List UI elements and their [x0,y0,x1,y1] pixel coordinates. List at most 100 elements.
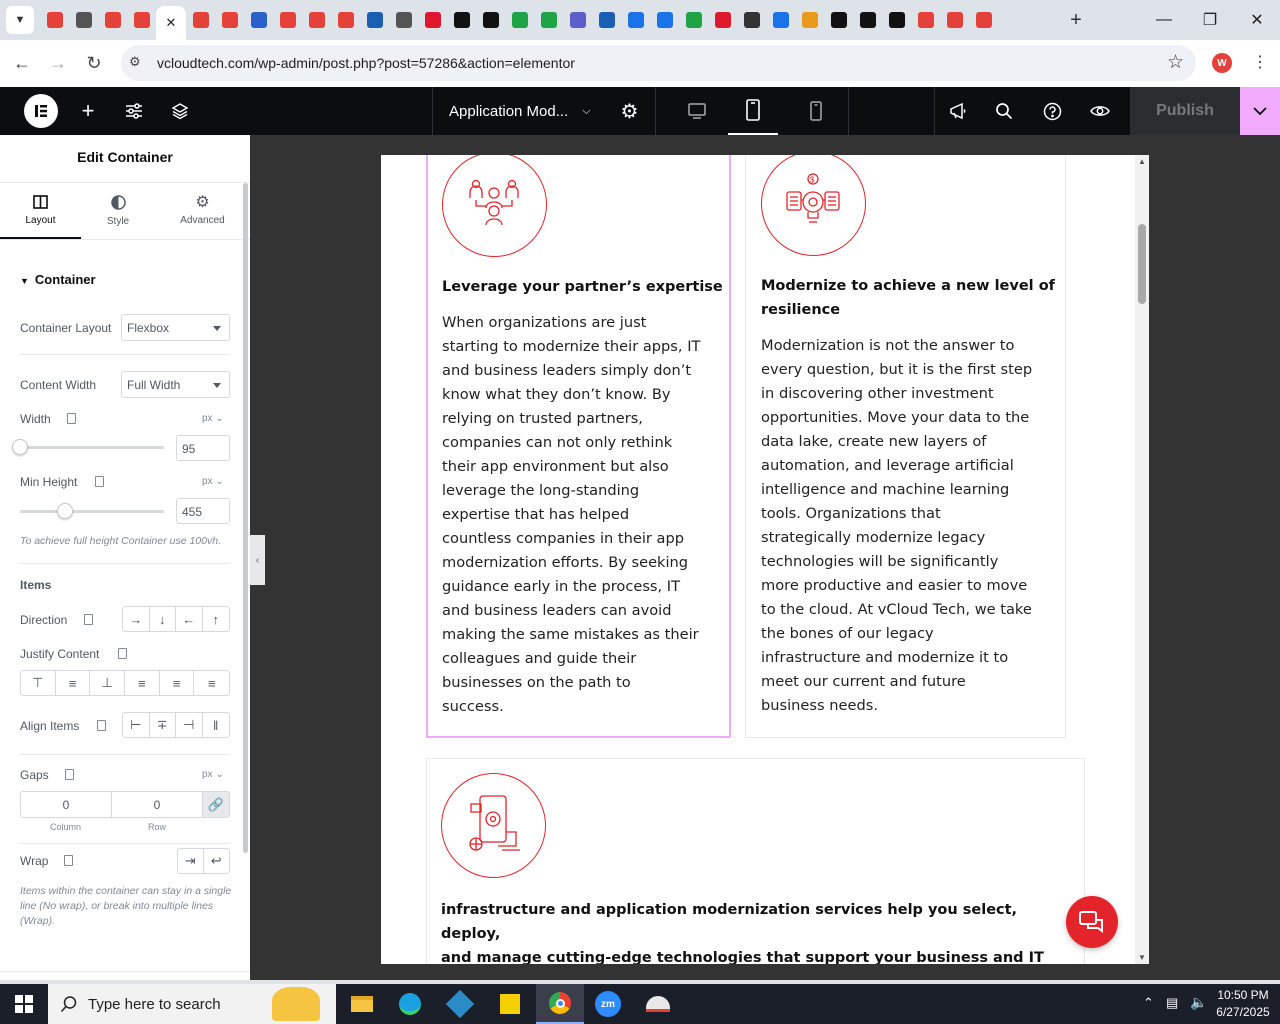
responsive-tablet-icon[interactable] [84,614,93,625]
justify-space-around-icon[interactable]: ≡ [160,671,195,695]
browser-tab[interactable] [447,5,476,35]
min-height-input[interactable]: 455 [176,498,230,524]
omnibox[interactable]: ⚙ vcloudtech.com/wp-admin/post.php?post=… [121,45,1196,81]
chat-widget-button[interactable] [1066,896,1118,948]
tab-advanced[interactable]: ⚙ Advanced [160,183,245,239]
browser-tab[interactable] [302,5,331,35]
close-window-button[interactable]: ✕ [1234,0,1280,40]
new-tab-button[interactable]: + [1062,6,1090,34]
card-modernize-resilience[interactable]: $ Modernize to achieve a new level of res… [745,155,1066,738]
system-tray-chevron-icon[interactable]: ⌃ [1143,995,1154,1011]
tab-layout[interactable]: Layout [0,183,81,239]
browser-tab[interactable] [795,5,824,35]
tablet-view-icon[interactable] [728,87,778,135]
direction-row-arrow-right-icon[interactable]: → [123,607,150,631]
justify-center-icon[interactable]: ≡ [56,671,91,695]
forward-button[interactable]: → [40,45,76,81]
browser-tab[interactable] [418,5,447,35]
width-slider-track[interactable] [20,446,164,449]
direction-row-reverse-arrow-left-icon[interactable]: ← [176,607,203,631]
sticky-notes-icon[interactable] [486,984,534,1024]
gap-column-input[interactable]: 0 [21,792,112,817]
elementor-logo-button[interactable] [18,87,64,135]
desktop-view-icon[interactable] [672,87,722,135]
min-height-slider-handle[interactable] [56,503,73,519]
browser-tab[interactable] [505,5,534,35]
browser-tab[interactable] [621,5,650,35]
scroll-down-arrow-icon[interactable]: ▼ [1138,953,1146,962]
file-explorer-icon[interactable] [338,984,386,1024]
link-values-icon[interactable]: 🔗 [203,792,229,817]
gaps-unit-select[interactable]: px ⌄ [202,769,224,780]
browser-tab[interactable] [69,5,98,35]
bookmark-star-icon[interactable]: ☆ [1167,51,1184,74]
browser-tab[interactable] [940,5,969,35]
browser-tab[interactable] [969,5,998,35]
responsive-tablet-icon[interactable] [118,648,127,659]
preview-eye-icon[interactable] [1078,87,1122,135]
browser-tab[interactable] [389,5,418,35]
justify-end-icon[interactable]: ⊥ [90,671,126,695]
page-title-dropdown[interactable]: Application Mod... ⌵ [432,87,604,135]
justify-space-evenly-icon[interactable]: ≡ [194,671,229,695]
scroll-thumb[interactable] [1138,224,1146,304]
browser-tab[interactable] [476,5,505,35]
justify-space-between-icon[interactable]: ≡ [125,671,160,695]
responsive-tablet-icon[interactable] [67,413,76,424]
help-icon[interactable] [1030,87,1074,135]
back-button[interactable]: ← [4,45,40,81]
panel-collapse-button[interactable]: ‹ [250,535,265,585]
direction-column-reverse-arrow-up-icon[interactable]: ↑ [203,607,229,631]
min-height-unit-select[interactable]: px ⌄ [202,476,224,487]
browser-tab[interactable] [360,5,389,35]
browser-tab[interactable] [708,5,737,35]
notifications-megaphone-icon[interactable] [934,87,980,135]
browser-menu-icon[interactable]: ⋮ [1252,52,1268,72]
browser-tab[interactable] [40,5,69,35]
no-wrap-icon[interactable]: ⇥ [178,849,204,873]
responsive-tablet-icon[interactable] [95,476,104,487]
browser-tab[interactable] [215,5,244,35]
browser-tab[interactable] [331,5,360,35]
card-partner-expertise[interactable]: Leverage your partner’s expertise When o… [426,155,731,738]
card-infrastructure-services[interactable]: infrastructure and application moderniza… [426,758,1085,964]
zoom-icon[interactable]: zm [584,984,632,1024]
align-stretch-icon[interactable]: ‖ [203,713,229,737]
width-input[interactable]: 95 [176,435,230,461]
add-element-button[interactable]: + [70,87,106,135]
page-scrollbar[interactable]: ▲ ▼ [1135,155,1149,964]
network-icon[interactable]: ▤ [1166,995,1178,1011]
panel-scrollbar[interactable] [243,183,248,853]
taskbar-search-box[interactable]: Type here to search [48,984,336,1024]
restore-button[interactable]: ❐ [1187,0,1233,40]
browser-tab[interactable] [737,5,766,35]
browser-tab[interactable] [563,5,592,35]
browser-tab[interactable] [824,5,853,35]
align-start-icon[interactable]: ⊢ [123,713,150,737]
clock[interactable]: 10:50 PM 6/27/2025 [1210,987,1276,1021]
structure-layers-icon[interactable] [162,87,198,135]
responsive-tablet-icon[interactable] [64,855,73,866]
content-width-select[interactable]: Full Width [121,371,230,398]
browser-tab[interactable] [273,5,302,35]
edge-icon[interactable] [386,984,434,1024]
section-container-toggle[interactable]: ▼ Container [20,272,96,287]
tab-search-button[interactable]: ▼ [6,6,34,34]
publish-button[interactable]: Publish [1130,87,1240,135]
browser-tab[interactable] [98,5,127,35]
width-slider-handle[interactable] [12,439,28,455]
windows-start-icon[interactable] [0,984,48,1024]
align-center-icon[interactable]: ∓ [150,713,176,737]
browser-tab[interactable] [911,5,940,35]
mobile-view-icon[interactable] [784,87,849,135]
tab-style[interactable]: Style [81,183,155,239]
justify-start-icon[interactable]: ⊤ [21,671,56,695]
width-unit-select[interactable]: px ⌄ [202,413,224,424]
publish-options-button[interactable] [1240,87,1280,135]
container-layout-select[interactable]: Flexbox [121,314,230,341]
browser-tab[interactable] [127,5,156,35]
profile-avatar[interactable]: W [1212,53,1232,73]
gap-row-input[interactable]: 0 [112,792,203,817]
browser-tab[interactable] [679,5,708,35]
browser-tab[interactable] [592,5,621,35]
